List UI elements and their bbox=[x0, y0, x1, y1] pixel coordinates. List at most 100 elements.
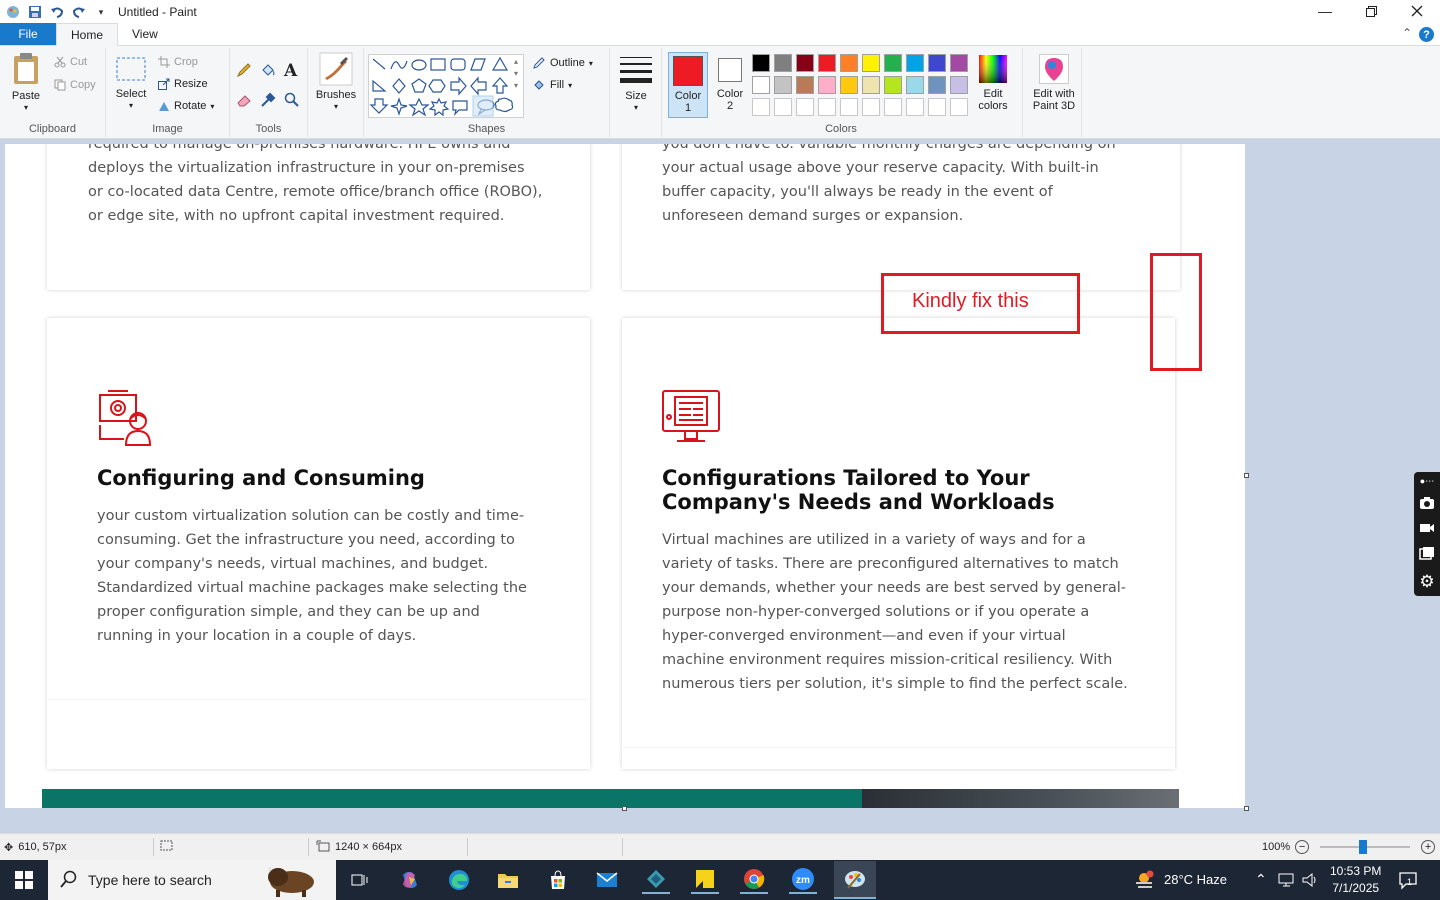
color2-button[interactable]: Color 2 bbox=[712, 58, 748, 112]
settings-gear-icon[interactable]: ⚙ bbox=[1419, 572, 1434, 592]
shapes-scroll-icon[interactable]: ▴ ▾ ▾ bbox=[514, 56, 518, 92]
save-icon[interactable] bbox=[26, 3, 44, 21]
camera-icon[interactable] bbox=[1419, 496, 1435, 513]
palette-row1-swatch-3[interactable] bbox=[796, 54, 814, 72]
zoom-out-icon[interactable]: − bbox=[1295, 840, 1310, 854]
network-icon[interactable] bbox=[1278, 872, 1296, 891]
mail-icon[interactable] bbox=[593, 866, 621, 894]
help-icon[interactable]: ? bbox=[1419, 27, 1434, 42]
edge-browser-icon[interactable] bbox=[445, 866, 473, 894]
brushes-button[interactable]: Brushes ▾ bbox=[314, 52, 358, 113]
fill-button[interactable]: Fill ▾ bbox=[532, 78, 572, 92]
edit-colors-button[interactable]: Edit colors bbox=[974, 54, 1012, 112]
palette-custom-swatch-8[interactable] bbox=[906, 98, 924, 116]
palette-custom-swatch-2[interactable] bbox=[774, 98, 792, 116]
rotate-button[interactable]: Rotate ▾ bbox=[158, 100, 214, 112]
app-blue-diamond-icon[interactable] bbox=[642, 866, 670, 894]
magnifier-icon[interactable] bbox=[284, 92, 300, 108]
paste-button[interactable]: Paste ▾ bbox=[6, 52, 46, 114]
palette-row1-swatch-1[interactable] bbox=[752, 54, 770, 72]
canvas-resize-handle-bottom[interactable] bbox=[622, 806, 627, 811]
show-hidden-icons-chevron[interactable]: ⌃ bbox=[1255, 871, 1267, 888]
palette-row2-swatch-8[interactable] bbox=[906, 76, 924, 94]
color1-button[interactable]: Color 1 bbox=[668, 52, 708, 118]
palette-custom-swatch-3[interactable] bbox=[796, 98, 814, 116]
tab-file[interactable]: File bbox=[0, 23, 56, 45]
palette-row2-swatch-1[interactable] bbox=[752, 76, 770, 94]
palette-row2-swatch-10[interactable] bbox=[950, 76, 968, 94]
palette-row2-swatch-2[interactable] bbox=[774, 76, 792, 94]
palette-custom-swatch-1[interactable] bbox=[752, 98, 770, 116]
crop-button[interactable]: Crop bbox=[158, 56, 198, 68]
palette-custom-swatch-10[interactable] bbox=[950, 98, 968, 116]
tab-home[interactable]: Home bbox=[56, 23, 119, 46]
notifications-icon[interactable]: 1 bbox=[1398, 870, 1418, 893]
palette-row2-swatch-5[interactable] bbox=[840, 76, 858, 94]
palette-row1-swatch-10[interactable] bbox=[950, 54, 968, 72]
drawing-canvas[interactable]: required to manage on-premises hardware.… bbox=[5, 144, 1245, 808]
palette-custom-swatch-7[interactable] bbox=[884, 98, 902, 116]
zoom-in-icon[interactable]: + bbox=[1421, 840, 1436, 854]
minimize-button[interactable]: — bbox=[1302, 0, 1348, 22]
fill-bucket-icon[interactable] bbox=[260, 62, 276, 78]
pencil-icon[interactable] bbox=[236, 62, 252, 78]
start-button[interactable] bbox=[10, 866, 38, 894]
shapes-gallery[interactable] bbox=[368, 54, 524, 118]
tab-view[interactable]: View bbox=[118, 23, 172, 45]
palette-row2-swatch-7[interactable] bbox=[884, 76, 902, 94]
resize-button[interactable]: Resize bbox=[158, 78, 208, 90]
collapse-ribbon-icon[interactable]: ⌃ bbox=[1402, 26, 1412, 40]
canvas-resize-handle-corner[interactable] bbox=[1244, 806, 1249, 811]
palette-custom-swatch-4[interactable] bbox=[818, 98, 836, 116]
chrome-icon[interactable] bbox=[740, 866, 768, 894]
canvas-resize-handle-right[interactable] bbox=[1244, 473, 1249, 478]
weather-icon[interactable] bbox=[1130, 866, 1158, 894]
copilot-icon[interactable] bbox=[396, 866, 424, 894]
color-picker-icon[interactable] bbox=[260, 92, 276, 108]
palette-row2-swatch-4[interactable] bbox=[818, 76, 836, 94]
palette-custom-swatch-6[interactable] bbox=[862, 98, 880, 116]
palette-row2-swatch-9[interactable] bbox=[928, 76, 946, 94]
palette-row1-swatch-6[interactable] bbox=[862, 54, 880, 72]
more-options-icon[interactable]: ●⋯ bbox=[1420, 476, 1434, 487]
microsoft-store-icon[interactable] bbox=[544, 866, 572, 894]
palette-custom-swatch-9[interactable] bbox=[928, 98, 946, 116]
palette-row1-swatch-4[interactable] bbox=[818, 54, 836, 72]
customize-qa-icon[interactable]: ▾ bbox=[92, 3, 110, 21]
redo-icon[interactable] bbox=[70, 3, 88, 21]
cut-button[interactable]: Cut bbox=[54, 56, 87, 68]
volume-icon[interactable] bbox=[1302, 872, 1320, 891]
weather-text[interactable]: 28°C Haze bbox=[1164, 872, 1227, 887]
restore-button[interactable] bbox=[1348, 0, 1394, 22]
palette-row2-swatch-3[interactable] bbox=[796, 76, 814, 94]
undo-icon[interactable] bbox=[48, 3, 66, 21]
edit-with-paint3d-button[interactable]: Edit with Paint 3D bbox=[1027, 54, 1081, 112]
palette-row1-swatch-2[interactable] bbox=[774, 54, 792, 72]
outline-button[interactable]: Outline ▾ bbox=[532, 56, 593, 70]
taskbar-search-box[interactable]: Type here to search bbox=[48, 860, 336, 900]
paint-taskbar-icon[interactable] bbox=[834, 861, 876, 899]
palette-row1-swatch-7[interactable] bbox=[884, 54, 902, 72]
clock[interactable]: 10:53 PM 7/1/2025 bbox=[1330, 863, 1381, 897]
window-capture-icon[interactable] bbox=[1419, 546, 1435, 563]
palette-row2-swatch-6[interactable] bbox=[862, 76, 880, 94]
zoom-slider-thumb[interactable] bbox=[1359, 840, 1368, 854]
copy-button[interactable]: Copy bbox=[54, 79, 96, 91]
text-tool-icon[interactable]: A bbox=[284, 61, 297, 81]
palette-row1-swatch-8[interactable] bbox=[906, 54, 924, 72]
palette-row1-swatch-9[interactable] bbox=[928, 54, 946, 72]
sticky-notes-icon[interactable] bbox=[691, 866, 719, 894]
size-button[interactable]: Size ▾ bbox=[618, 54, 654, 114]
paste-dropdown-icon[interactable]: ▾ bbox=[24, 102, 28, 114]
task-view-icon[interactable] bbox=[346, 866, 374, 894]
select-button[interactable]: Select ▾ bbox=[110, 56, 152, 112]
select-dropdown-icon[interactable]: ▾ bbox=[129, 100, 133, 112]
zoom-slider[interactable] bbox=[1320, 840, 1411, 854]
zoom-app-icon[interactable]: zm bbox=[789, 866, 817, 894]
palette-custom-swatch-5[interactable] bbox=[840, 98, 858, 116]
file-explorer-icon[interactable] bbox=[494, 866, 522, 894]
video-icon[interactable] bbox=[1419, 522, 1435, 537]
eraser-icon[interactable] bbox=[236, 92, 252, 108]
palette-row1-swatch-5[interactable] bbox=[840, 54, 858, 72]
close-button[interactable] bbox=[1394, 0, 1440, 22]
